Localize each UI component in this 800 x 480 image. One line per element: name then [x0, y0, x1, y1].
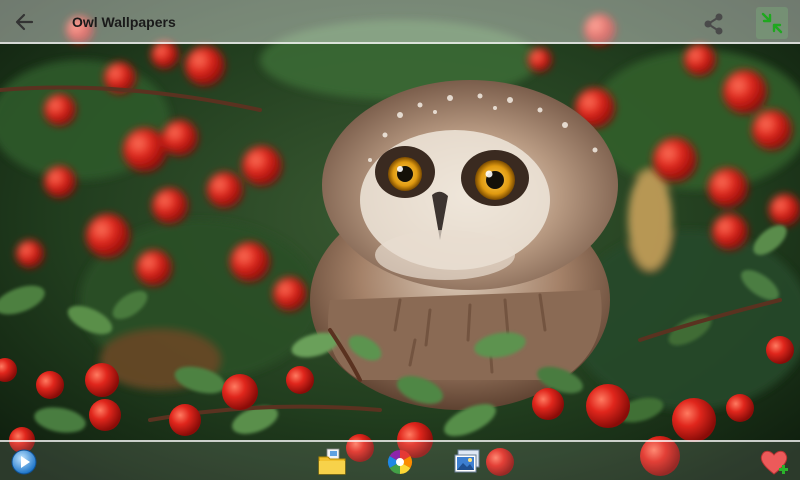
slideshow-button[interactable]	[8, 446, 40, 478]
back-button[interactable]	[10, 8, 38, 36]
play-icon	[11, 449, 37, 475]
fullscreen-toggle-icon	[761, 12, 783, 34]
favorite-add-icon	[760, 450, 788, 475]
page-title: Owl Wallpapers	[72, 14, 176, 30]
folder-button[interactable]	[316, 446, 348, 478]
owl-wallpaper-image	[0, 0, 800, 480]
share-button[interactable]	[700, 10, 728, 38]
back-arrow-icon	[15, 13, 34, 31]
fullscreen-toggle-button[interactable]	[756, 7, 788, 39]
gallery-icon	[454, 449, 480, 473]
share-icon	[704, 13, 723, 35]
color-wheel-icon	[387, 450, 413, 474]
folder-icon	[318, 448, 346, 475]
add-favorite-button[interactable]	[758, 446, 790, 478]
top-action-bar: Owl Wallpapers	[0, 0, 800, 44]
color-filter-button[interactable]	[384, 446, 416, 478]
gallery-button[interactable]	[451, 446, 483, 478]
bottom-toolbar	[0, 440, 800, 480]
